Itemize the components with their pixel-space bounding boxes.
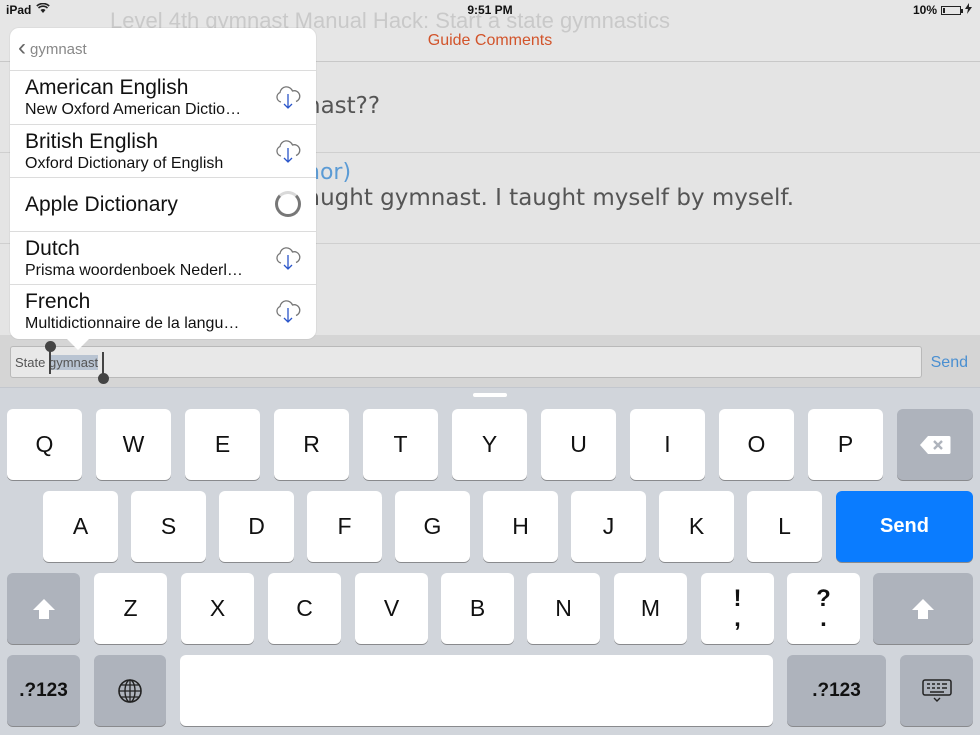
key-d[interactable]: D <box>219 491 294 562</box>
delete-key[interactable] <box>897 409 973 480</box>
key-a[interactable]: A <box>43 491 118 562</box>
dictionary-subtitle: Multidictionnaire de la langu… <box>25 315 240 332</box>
space-key[interactable] <box>180 655 773 726</box>
key-p[interactable]: P <box>808 409 883 480</box>
cloud-download-icon[interactable] <box>274 137 302 165</box>
dictionary-name: Apple Dictionary <box>25 193 178 216</box>
comment-text: aught gymnast. I taught myself by myself… <box>306 185 795 211</box>
comment-input[interactable]: State gymnast <box>10 346 922 378</box>
numbers-key-right[interactable]: .?123 <box>787 655 886 726</box>
cloud-download-icon[interactable] <box>274 297 302 325</box>
key-h[interactable]: H <box>483 491 558 562</box>
dictionary-name: French <box>25 290 91 313</box>
key-b[interactable]: B <box>441 573 514 644</box>
key-l[interactable]: L <box>747 491 822 562</box>
shift-key-right[interactable] <box>873 573 973 644</box>
selection-end-handle[interactable] <box>98 373 109 384</box>
keyboard-dismiss-icon <box>921 678 952 702</box>
comment-text: nast?? <box>306 93 381 119</box>
popover-back-label: gymnast <box>30 40 87 58</box>
dictionary-row-american-english[interactable]: American English New Oxford American Dic… <box>10 71 316 125</box>
battery-percent: 10% <box>912 3 937 17</box>
cloud-download-icon[interactable] <box>274 83 302 111</box>
key-g[interactable]: G <box>395 491 470 562</box>
key-i[interactable]: I <box>630 409 705 480</box>
globe-icon <box>118 678 142 703</box>
dictionary-row-french[interactable]: French Multidictionnaire de la langu… <box>10 285 316 339</box>
compose-bar: State gymnast Send <box>0 335 980 387</box>
input-prefix-text: State <box>15 355 49 370</box>
keyboard-dismiss-key[interactable] <box>900 655 973 726</box>
key-o[interactable]: O <box>719 409 794 480</box>
dictionary-subtitle: Oxford Dictionary of English <box>25 154 224 172</box>
key-w[interactable]: W <box>96 409 171 480</box>
key-exclamation-comma[interactable]: ! , <box>701 573 774 644</box>
key-c[interactable]: C <box>268 573 341 644</box>
key-x[interactable]: X <box>181 573 254 644</box>
send-key[interactable]: Send <box>836 491 973 562</box>
popover-back-button[interactable]: ‹ gymnast <box>10 28 316 71</box>
shift-icon <box>912 598 934 619</box>
key-y[interactable]: Y <box>452 409 527 480</box>
key-question-period[interactable]: ? . <box>787 573 860 644</box>
shift-key-left[interactable] <box>7 573 80 644</box>
key-j[interactable]: J <box>571 491 646 562</box>
popover-arrow <box>66 338 90 350</box>
send-button[interactable]: Send <box>931 354 968 372</box>
battery-icon <box>941 5 963 15</box>
key-e[interactable]: E <box>185 409 260 480</box>
dictionary-name: British English <box>25 129 159 153</box>
key-bottom-char: , <box>734 604 741 632</box>
key-z[interactable]: Z <box>94 573 167 644</box>
dictionary-subtitle: New Oxford American Dictio… <box>25 101 242 118</box>
delete-icon <box>920 435 951 454</box>
dictionary-row-apple-dictionary[interactable]: Apple Dictionary <box>10 178 316 232</box>
numbers-key-left[interactable]: .?123 <box>7 655 80 726</box>
key-r[interactable]: R <box>274 409 349 480</box>
key-q[interactable]: Q <box>7 409 82 480</box>
dictionary-row-dutch[interactable]: Dutch Prisma woordenboek Nederl… <box>10 232 316 285</box>
charging-icon <box>965 3 972 17</box>
key-k[interactable]: K <box>659 491 734 562</box>
keyboard: Q W E R T Y U I O P A S D F G H J K L Se… <box>0 387 980 735</box>
key-bottom-char: . <box>820 604 827 632</box>
dictionary-name: American English <box>25 76 189 99</box>
selection-start-bar <box>49 350 51 374</box>
keyboard-grip[interactable] <box>473 393 507 397</box>
dictionary-name: Dutch <box>25 236 80 260</box>
key-u[interactable]: U <box>541 409 616 480</box>
selected-text[interactable]: gymnast <box>48 355 99 370</box>
cloud-download-icon[interactable] <box>274 244 302 272</box>
globe-key[interactable] <box>94 655 166 726</box>
key-v[interactable]: V <box>355 573 428 644</box>
chevron-left-icon: ‹ <box>18 33 26 61</box>
dictionary-popover: ‹ gymnast American English New Oxford Am… <box>10 28 316 339</box>
key-s[interactable]: S <box>131 491 206 562</box>
key-n[interactable]: N <box>527 573 600 644</box>
key-t[interactable]: T <box>363 409 438 480</box>
key-m[interactable]: M <box>614 573 687 644</box>
key-f[interactable]: F <box>307 491 382 562</box>
shift-icon <box>32 598 55 619</box>
loading-spinner-icon <box>275 191 301 217</box>
dictionary-subtitle: Prisma woordenboek Nederl… <box>25 261 243 279</box>
dictionary-row-british-english[interactable]: British English Oxford Dictionary of Eng… <box>10 125 316 178</box>
